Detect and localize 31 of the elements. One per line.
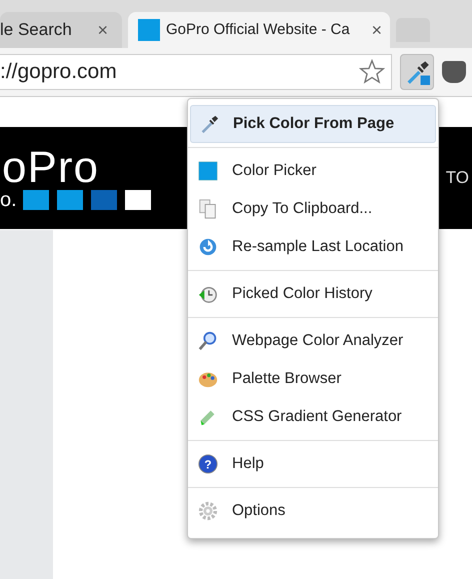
- menu-item[interactable]: Re-sample Last Location: [190, 228, 436, 266]
- menu-item[interactable]: Webpage Color Analyzer: [190, 322, 436, 360]
- menu-item[interactable]: Pick Color From Page: [190, 105, 436, 143]
- logo-text: o.: [0, 190, 17, 210]
- menu-item[interactable]: Options: [190, 492, 436, 530]
- eyedropper-icon: [199, 114, 219, 134]
- menu-item[interactable]: Palette Browser: [190, 360, 436, 398]
- nav-link[interactable]: TO: [446, 165, 469, 191]
- browser-tab[interactable]: le Search ×: [0, 12, 122, 48]
- close-button[interactable]: ×: [97, 16, 108, 44]
- menu-item[interactable]: Copy To Clipboard...: [190, 190, 436, 228]
- menu-item[interactable]: Color Picker: [190, 152, 436, 190]
- url-text: ://gopro.com: [0, 59, 117, 86]
- magnifier-icon: [198, 331, 218, 351]
- star-icon[interactable]: [359, 59, 385, 85]
- browser-tab[interactable]: GoPro Official Website - Ca ×: [128, 12, 390, 48]
- menu-item[interactable]: CSS Gradient Generator: [190, 398, 436, 436]
- settings-icon: [198, 501, 218, 521]
- help-icon: ?: [198, 454, 218, 474]
- menu-item[interactable]: ? Help: [190, 445, 436, 483]
- favicon: [138, 19, 160, 41]
- tab-title: GoPro Official Website - Ca: [166, 20, 351, 40]
- logo-text: oPro: [1, 146, 100, 190]
- extension-button[interactable]: [400, 54, 434, 90]
- square-icon: [198, 161, 218, 181]
- documents-icon: [198, 199, 218, 219]
- menu-item[interactable]: Picked Color History: [190, 275, 436, 313]
- clock-icon: [198, 284, 218, 304]
- close-button[interactable]: ×: [371, 16, 382, 44]
- address-bar[interactable]: ://gopro.com: [0, 54, 392, 90]
- tab-title: le Search: [0, 19, 73, 42]
